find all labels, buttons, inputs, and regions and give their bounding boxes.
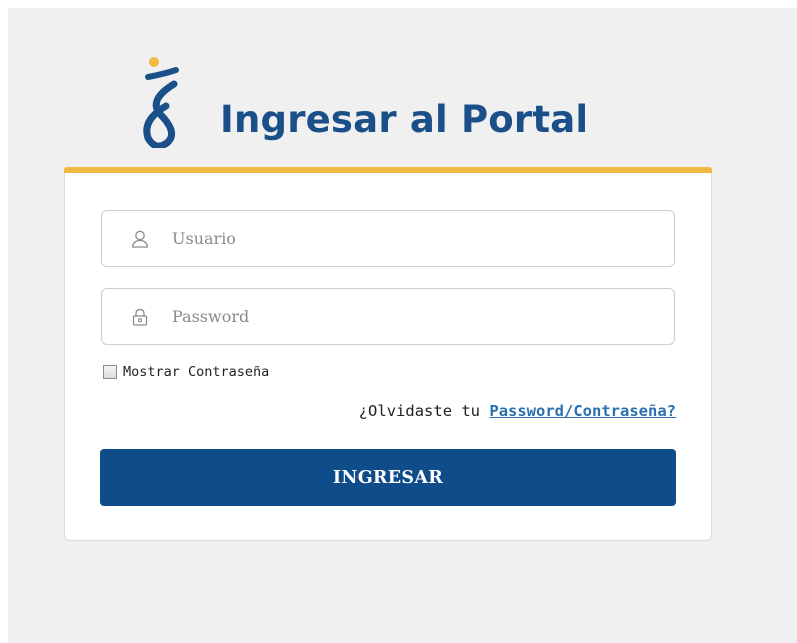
show-password-toggle[interactable]: Mostrar Contraseña [103, 362, 269, 382]
password-field[interactable] [101, 288, 675, 345]
password-input[interactable] [172, 289, 662, 344]
show-password-checkbox[interactable] [103, 365, 117, 379]
page-title: Ingresar al Portal [220, 98, 589, 141]
username-field[interactable] [101, 210, 675, 267]
user-icon [131, 230, 149, 248]
forgot-password-text: ¿Olvidaste tu Password/Contraseña? [359, 402, 676, 420]
forgot-password-prefix: ¿Olvidaste tu [358, 402, 490, 420]
login-button[interactable]: INGRESAR [100, 449, 676, 506]
lock-icon [132, 308, 148, 326]
brand-logo-icon [143, 57, 179, 148]
forgot-password-link[interactable]: Password/Contraseña? [489, 402, 676, 420]
show-password-label: Mostrar Contraseña [123, 364, 270, 380]
card-accent-bar [64, 167, 712, 173]
username-input[interactable] [172, 211, 662, 266]
